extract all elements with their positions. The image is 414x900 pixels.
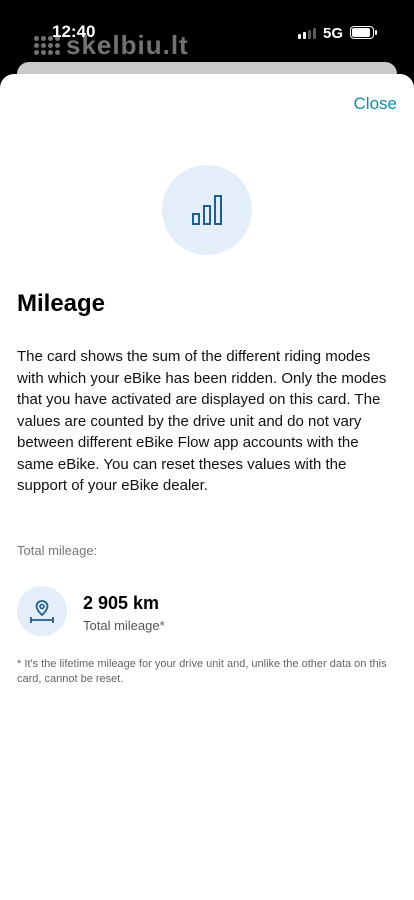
description-text: The card shows the sum of the different … [17, 348, 387, 494]
network-type: 5G [323, 25, 344, 42]
total-mileage-value: 2 905 km [83, 593, 160, 613]
total-mileage-stat: 2 905 km Total mileage* [17, 586, 397, 638]
location-distance-icon [30, 600, 54, 623]
status-time: 12:40 [52, 22, 96, 41]
hero-icon-circle [162, 165, 252, 255]
section-label: Total mileage: [17, 543, 98, 558]
close-button[interactable]: Close [354, 94, 397, 114]
status-bar: skelbiu.lt 12:40 5G [0, 0, 414, 64]
total-mileage-caption: Total mileage* [83, 618, 165, 633]
battery-icon [350, 26, 377, 39]
cellular-signal-icon [298, 28, 316, 39]
page-title: Mileage [17, 290, 106, 317]
mileage-info-sheet: Close Mileage The card shows the sum of … [0, 74, 414, 900]
stat-icon-circle [17, 586, 67, 636]
bar-chart-icon [192, 195, 222, 225]
footnote: * It's the lifetime mileage for your dri… [17, 658, 387, 685]
